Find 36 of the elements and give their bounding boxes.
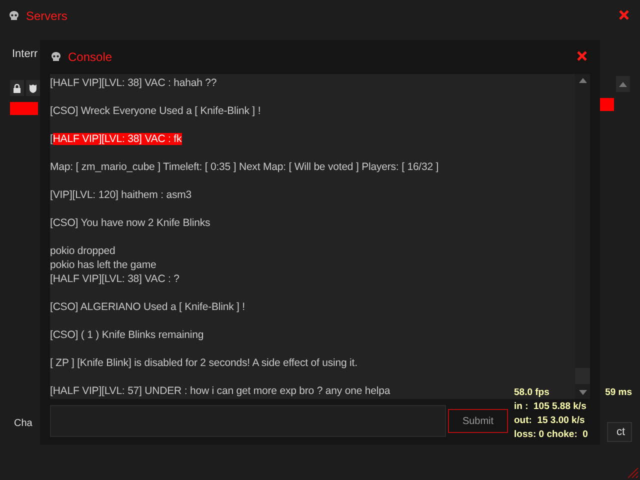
skull-icon <box>50 51 62 63</box>
resize-grip-icon[interactable] <box>626 466 638 478</box>
console-line: pokio dropped <box>50 244 116 258</box>
console-title: Console <box>68 50 114 64</box>
connect-button[interactable]: ct <box>607 422 632 442</box>
close-icon <box>618 9 630 21</box>
console-line: Map: [ zm_mario_cube ] Timeleft: [ 0:35 ] Next Map: [ Will be voted ] Players: [ 16/32 ] <box>50 160 439 174</box>
chat-label: Cha <box>14 418 32 429</box>
loss-text: loss: 0 choke: 0 <box>514 428 588 442</box>
window-title: Servers <box>26 9 68 23</box>
console-line: [HALF VIP][LVL: 57] UNDER : how i can get more exp bro ? any one helpa <box>50 384 390 398</box>
incoming-rate-text: in : 105 5.88 k/s <box>514 400 586 414</box>
lock-column-header[interactable] <box>10 80 24 96</box>
skull-icon <box>8 10 20 22</box>
outgoing-rate-text: out: 15 3.00 k/s <box>514 414 585 428</box>
console-line: [CSO] You have now 2 Knife Blinks <box>50 216 210 230</box>
shield-column-header[interactable] <box>26 80 40 96</box>
console-line: [HALF VIP][LVL: 38] VAC : hahah ?? <box>50 76 217 90</box>
scroll-up-icon[interactable] <box>578 78 586 83</box>
scrollbar-thumb[interactable] <box>600 98 614 111</box>
submit-button[interactable]: Submit <box>448 409 508 433</box>
ping-text: 59 ms <box>605 386 632 400</box>
lock-icon <box>13 84 21 92</box>
scroll-up-icon[interactable] <box>619 82 627 86</box>
scroll-down-icon[interactable] <box>578 390 586 395</box>
console-line: [CSO] Wreck Everyone Used a [ Knife-Blink ] ! <box>50 104 261 118</box>
console-line: [CSO] ( 1 ) Knife Blinks remaining <box>50 328 204 342</box>
fps-text: 58.0 fps <box>514 386 550 400</box>
console-line: [ ZP ] [Knife Blink] is disabled for 2 seconds! A side effect of using it. <box>50 356 358 370</box>
console-line: [CSO] ALGERIANO Used a [ Knife-Blink ] ! <box>50 300 245 314</box>
close-icon <box>576 50 588 62</box>
console-line: pokio has left the game <box>50 258 156 272</box>
console-line: [VIP][LVL: 120] haithem : asm3 <box>50 188 192 202</box>
tab[interactable]: Interr <box>12 48 38 60</box>
shield-icon <box>29 84 37 92</box>
console-line: [HALF VIP][LVL: 38] VAC : ? <box>50 272 180 286</box>
